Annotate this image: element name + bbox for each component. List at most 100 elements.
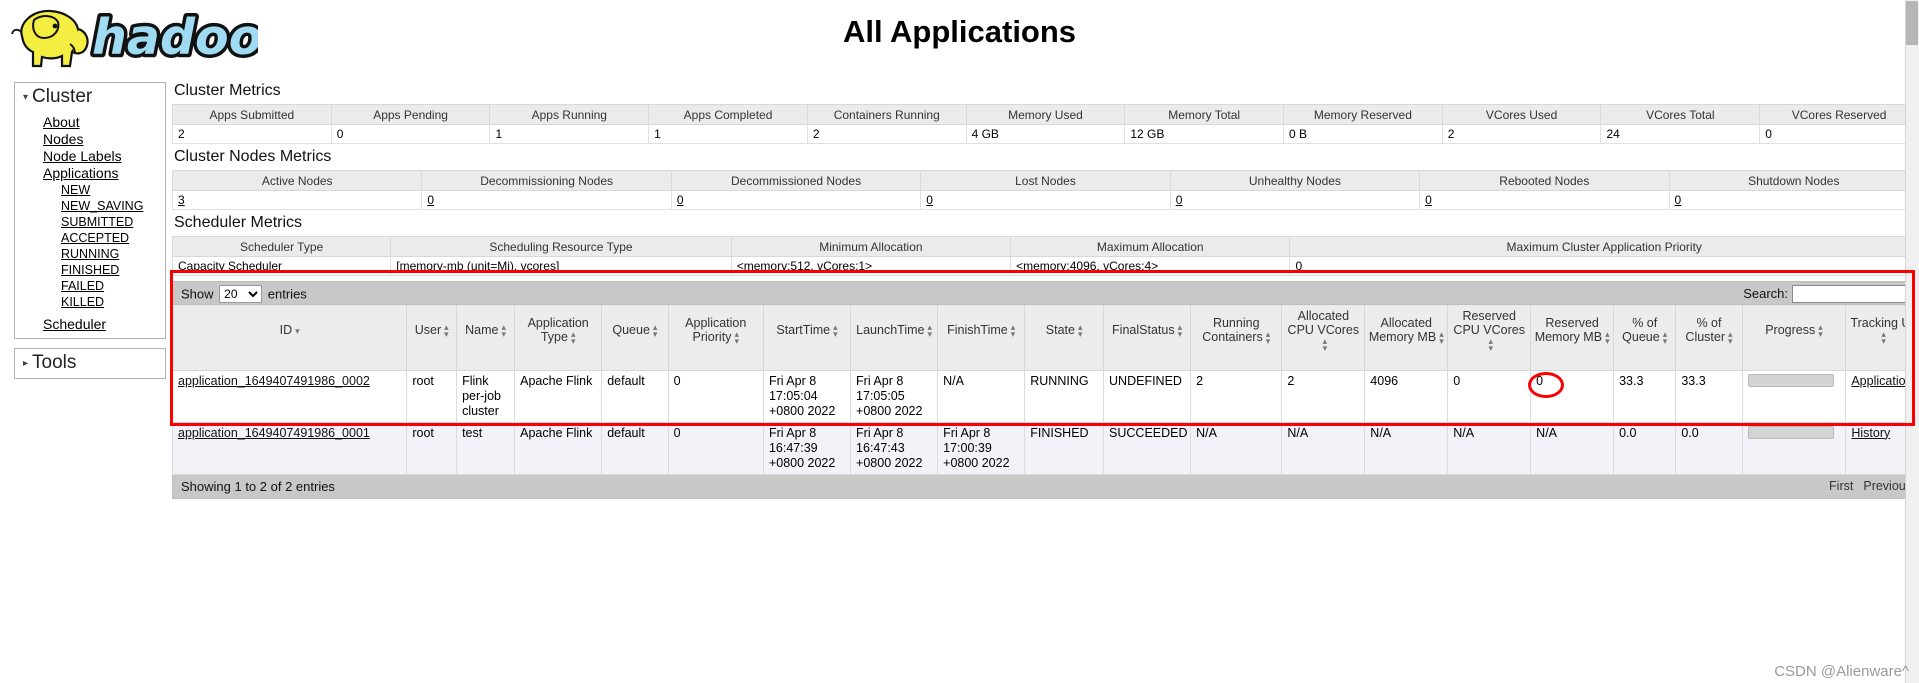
cell-queue: default [602, 422, 668, 474]
val-shutdown-nodes: 0 [1669, 191, 1918, 210]
sort-both-icon: ▴▾ [571, 331, 576, 345]
cell-pct-of-queue: 33.3 [1614, 370, 1676, 422]
col-apps-running: Apps Running [490, 105, 649, 125]
sidebar-item-killed[interactable]: KILLED [15, 294, 165, 310]
col-state[interactable]: State▴▾ [1025, 305, 1104, 370]
col-pct-of-cluster-label: % of Cluster [1685, 316, 1725, 344]
col-name-label: Name [465, 323, 498, 337]
col-reserved-cpu-vcores[interactable]: Reserved CPU VCores▴▾ [1448, 305, 1531, 370]
col-user[interactable]: User▴▾ [407, 305, 457, 370]
table-row[interactable]: application_1649407491986_0002 root Flin… [173, 370, 1919, 422]
col-reserved-memory-mb[interactable]: Reserved Memory MB▴▾ [1531, 305, 1614, 370]
sidebar-tools-title: Tools [32, 352, 76, 373]
decommissioning-nodes-link[interactable]: 0 [427, 193, 434, 207]
col-pct-of-queue[interactable]: % of Queue▴▾ [1614, 305, 1676, 370]
search-input[interactable] [1792, 285, 1912, 303]
sidebar-item-running[interactable]: RUNNING [15, 246, 165, 262]
cell-state: FINISHED [1025, 422, 1104, 474]
col-finalstatus[interactable]: FinalStatus▴▾ [1104, 305, 1191, 370]
sidebar-cluster-items: About Nodes Node Labels Applications NEW… [15, 112, 165, 338]
val-containers-running: 2 [807, 125, 966, 144]
sidebar-item-nodes[interactable]: Nodes [15, 131, 165, 148]
col-name[interactable]: Name▴▾ [457, 305, 515, 370]
sidebar-item-accepted[interactable]: ACCEPTED [15, 230, 165, 246]
pagination-first[interactable]: First [1829, 479, 1853, 493]
cell-application-priority: 0 [668, 370, 763, 422]
col-id[interactable]: ID▾ [173, 305, 407, 370]
sort-both-icon: ▴▾ [1488, 338, 1493, 352]
sidebar-item-failed[interactable]: FAILED [15, 278, 165, 294]
table-header-row: Scheduler Type Scheduling Resource Type … [173, 237, 1919, 257]
sidebar-tools-header[interactable]: ▸Tools [15, 349, 165, 378]
sidebar-item-node-labels[interactable]: Node Labels [15, 148, 165, 165]
cell-allocated-memory-mb: N/A [1365, 422, 1448, 474]
cell-starttime: Fri Apr 8 17:05:04 +0800 2022 [763, 370, 850, 422]
col-vcores-total: VCores Total [1601, 105, 1760, 125]
sort-both-icon: ▴▾ [1728, 331, 1733, 345]
sidebar-item-submitted[interactable]: SUBMITTED [15, 214, 165, 230]
cell-pct-of-queue: 0.0 [1614, 422, 1676, 474]
sidebar-item-new[interactable]: NEW [15, 182, 165, 198]
lost-nodes-link[interactable]: 0 [926, 193, 933, 207]
scrollbar-thumb[interactable] [1906, 1, 1918, 45]
application-id-link[interactable]: application_1649407491986_0002 [178, 374, 370, 388]
active-nodes-link[interactable]: 3 [178, 193, 185, 207]
progress-bar [1748, 426, 1834, 439]
cell-id: application_1649407491986_0002 [173, 370, 407, 422]
decommissioned-nodes-link[interactable]: 0 [677, 193, 684, 207]
col-maximum-allocation: Maximum Allocation [1011, 237, 1290, 257]
sidebar-item-scheduler[interactable]: Scheduler [15, 316, 165, 333]
sort-both-icon: ▴▾ [1266, 331, 1271, 345]
col-maximum-cluster-application-priority: Maximum Cluster Application Priority [1290, 237, 1919, 257]
col-progress[interactable]: Progress▴▾ [1742, 305, 1846, 370]
col-scheduler-type: Scheduler Type [173, 237, 391, 257]
page-title: All Applications [0, 14, 1919, 50]
sort-both-icon: ▴▾ [1178, 324, 1183, 338]
col-queue-label: Queue [612, 323, 650, 337]
cell-allocated-memory-mb: 4096 [1365, 370, 1448, 422]
col-starttime[interactable]: StartTime▴▾ [763, 305, 850, 370]
val-scheduling-resource-type: [memory-mb (unit=Mi), vcores] [391, 257, 731, 276]
col-application-priority[interactable]: Application Priority▴▾ [668, 305, 763, 370]
cell-application-type: Apache Flink [515, 370, 602, 422]
unhealthy-nodes-link[interactable]: 0 [1176, 193, 1183, 207]
sidebar-cluster-header[interactable]: ▾Cluster [15, 83, 165, 112]
tracking-ui-link[interactable]: History [1851, 426, 1890, 440]
cell-user: root [407, 370, 457, 422]
col-allocated-memory-mb[interactable]: Allocated Memory MB▴▾ [1365, 305, 1448, 370]
col-launchtime-label: LaunchTime [856, 323, 924, 337]
col-application-type[interactable]: Application Type▴▾ [515, 305, 602, 370]
shutdown-nodes-link[interactable]: 0 [1675, 193, 1682, 207]
cell-launchtime: Fri Apr 8 16:47:43 +0800 2022 [851, 422, 938, 474]
cell-progress [1742, 370, 1846, 422]
sidebar-item-new-saving[interactable]: NEW_SAVING [15, 198, 165, 214]
val-apps-pending: 0 [331, 125, 490, 144]
val-maximum-allocation: <memory:4096, vCores:4> [1011, 257, 1290, 276]
col-allocated-cpu-vcores[interactable]: Allocated CPU VCores▴▾ [1282, 305, 1365, 370]
sidebar-item-about[interactable]: About [15, 114, 165, 131]
cell-pct-of-cluster: 33.3 [1676, 370, 1742, 422]
application-id-link[interactable]: application_1649407491986_0001 [178, 426, 370, 440]
rebooted-nodes-link[interactable]: 0 [1425, 193, 1432, 207]
sort-both-icon: ▴▾ [1663, 331, 1668, 345]
search-label: Search: [1743, 286, 1788, 301]
vertical-scrollbar[interactable] [1905, 0, 1919, 683]
cell-allocated-cpu-vcores: N/A [1282, 422, 1365, 474]
col-vcores-used: VCores Used [1442, 105, 1601, 125]
cell-user: root [407, 422, 457, 474]
sidebar-item-finished[interactable]: FINISHED [15, 262, 165, 278]
col-queue[interactable]: Queue▴▾ [602, 305, 668, 370]
col-active-nodes: Active Nodes [173, 171, 422, 191]
col-launchtime[interactable]: LaunchTime▴▾ [851, 305, 938, 370]
cell-id: application_1649407491986_0001 [173, 422, 407, 474]
show-entries-label: Show [181, 287, 214, 302]
page-length-select[interactable]: 20 40 60 80 100 [219, 285, 262, 303]
col-state-label: State [1046, 323, 1075, 337]
sidebar-item-applications[interactable]: Applications [15, 165, 165, 182]
table-row[interactable]: application_1649407491986_0001 root test… [173, 422, 1919, 474]
col-running-containers[interactable]: Running Containers▴▾ [1191, 305, 1282, 370]
col-pct-of-cluster[interactable]: % of Cluster▴▾ [1676, 305, 1742, 370]
cell-finalstatus: SUCCEEDED [1104, 422, 1191, 474]
cell-application-type: Apache Flink [515, 422, 602, 474]
col-finishtime[interactable]: FinishTime▴▾ [938, 305, 1025, 370]
